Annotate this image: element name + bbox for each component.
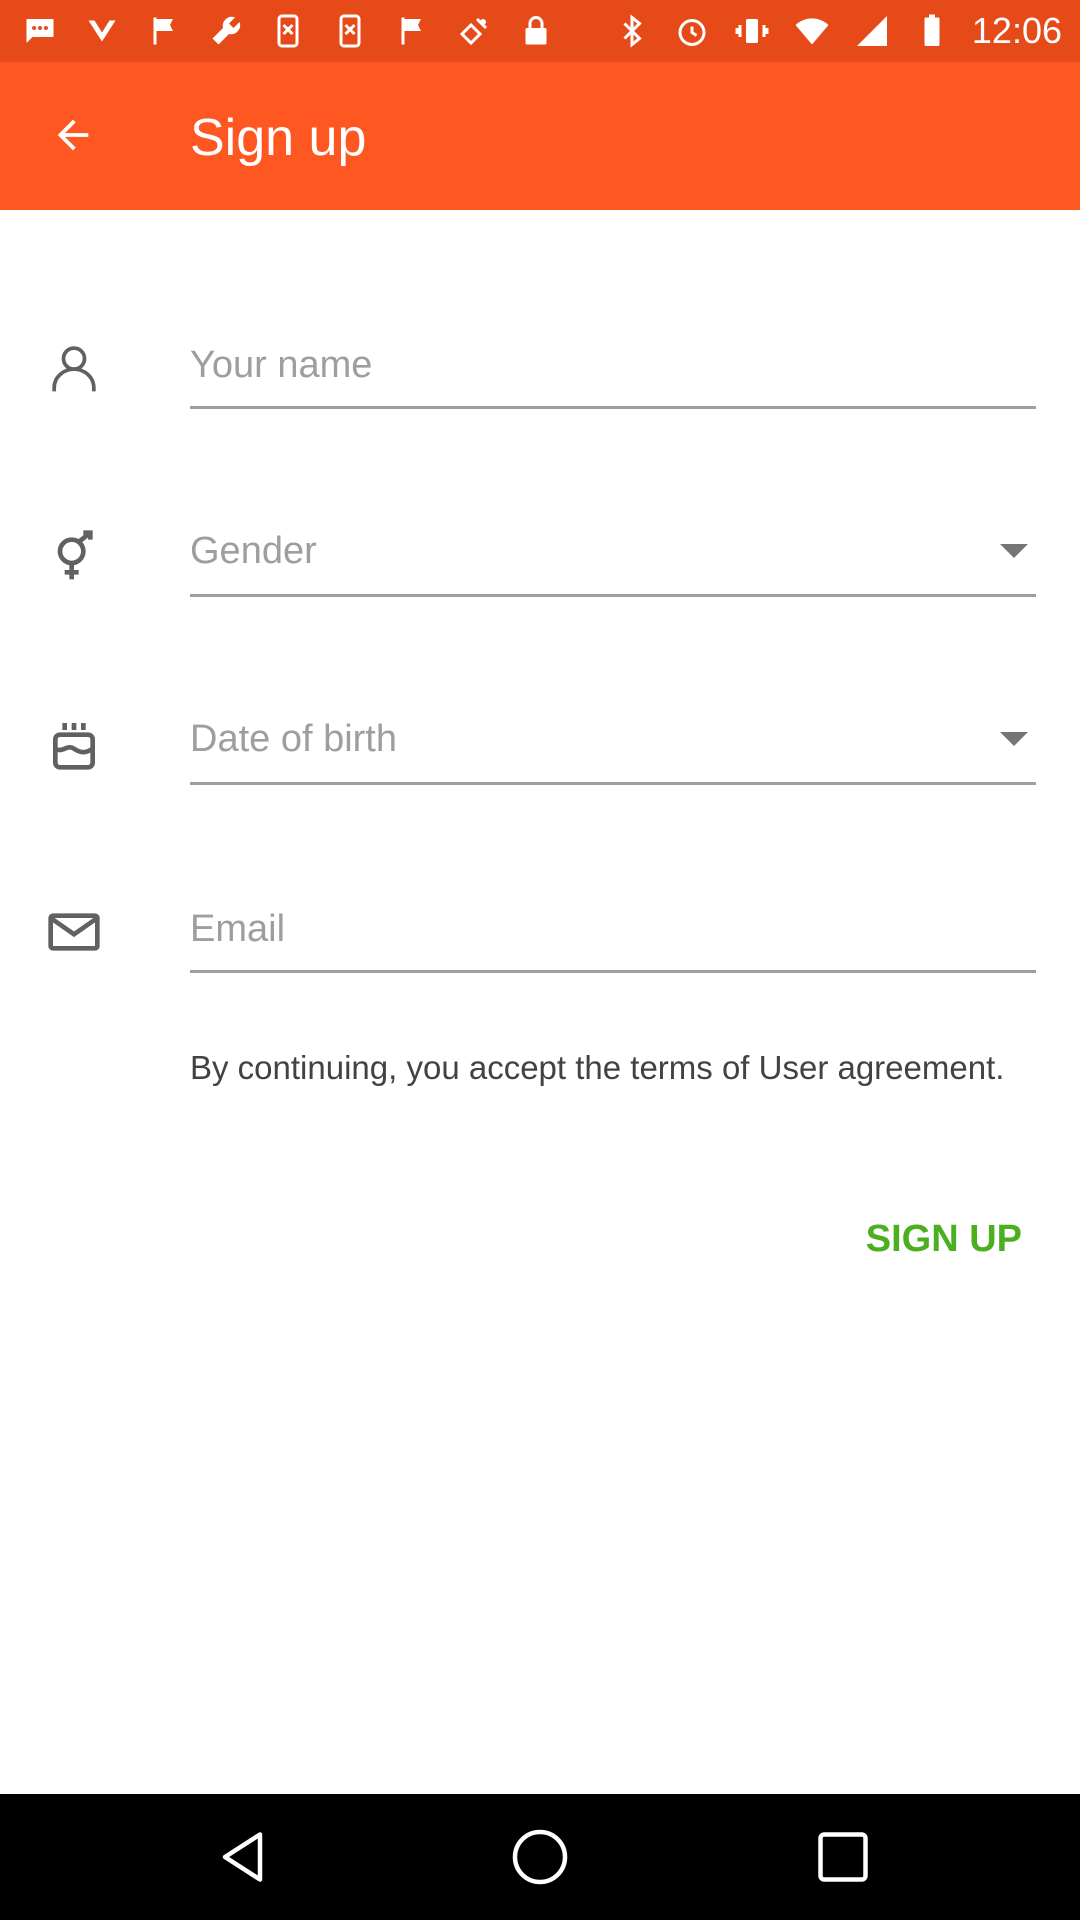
chat-bubble-icon bbox=[20, 11, 60, 51]
vibrate-icon bbox=[732, 11, 772, 51]
dob-select[interactable]: Date of birth bbox=[190, 700, 1036, 785]
flag-icon bbox=[392, 11, 432, 51]
phone-tool-icon bbox=[330, 11, 370, 51]
wrench-icon bbox=[206, 11, 246, 51]
status-right-icons: 12:06 bbox=[612, 10, 1062, 52]
alarm-icon bbox=[672, 11, 712, 51]
email-input[interactable] bbox=[190, 888, 1036, 973]
birthday-cake-icon bbox=[42, 712, 106, 776]
app-bar: Sign up bbox=[0, 62, 1080, 210]
back-button[interactable] bbox=[37, 99, 109, 171]
back-triangle-icon[interactable] bbox=[210, 1822, 280, 1892]
check-down-icon bbox=[82, 11, 122, 51]
recents-square-icon[interactable] bbox=[808, 1822, 878, 1892]
sign-up-button[interactable]: SIGN UP bbox=[866, 1218, 1022, 1261]
status-bar: 12:06 bbox=[0, 0, 1080, 62]
battery-icon bbox=[912, 11, 952, 51]
chevron-down-icon bbox=[1000, 732, 1028, 746]
page-title: Sign up bbox=[190, 109, 367, 167]
phone-tool-icon bbox=[268, 11, 308, 51]
home-circle-icon[interactable] bbox=[505, 1822, 575, 1892]
navigation-bar bbox=[0, 1794, 1080, 1920]
name-input[interactable] bbox=[190, 324, 1036, 409]
bluetooth-icon bbox=[612, 11, 652, 51]
person-icon bbox=[42, 336, 106, 400]
chevron-down-icon bbox=[1000, 544, 1028, 558]
arrow-back-icon bbox=[57, 119, 89, 151]
status-left-icons bbox=[20, 10, 556, 52]
clock: 12:06 bbox=[971, 10, 1062, 51]
gender-icon bbox=[42, 524, 106, 588]
terms-text: By continuing, you accept the terms of U… bbox=[190, 1049, 1005, 1086]
wifi-icon bbox=[792, 11, 832, 51]
gender-select[interactable]: Gender bbox=[190, 512, 1036, 597]
dob-placeholder: Date of birth bbox=[190, 718, 397, 760]
gender-placeholder: Gender bbox=[190, 530, 317, 572]
satellite-fake-icon bbox=[454, 11, 494, 51]
lock-icon bbox=[516, 11, 556, 51]
flag-icon bbox=[144, 11, 184, 51]
signal-icon bbox=[852, 11, 892, 51]
envelope-icon bbox=[42, 900, 106, 964]
